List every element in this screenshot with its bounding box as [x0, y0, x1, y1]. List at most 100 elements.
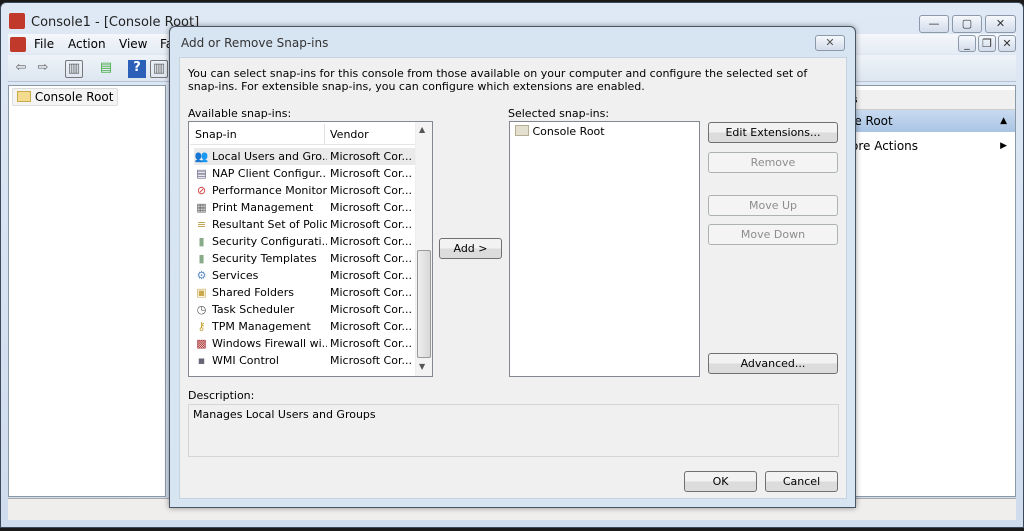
snapin-name: Local Users and Gro... [212, 150, 327, 163]
snapin-vendor: Microsoft Cor... [330, 150, 412, 163]
selected-item-console-root[interactable]: Console Root [515, 125, 605, 138]
snapin-row[interactable]: ⚙ Services Microsoft Cor... [194, 267, 416, 284]
available-label: Available snap-ins: [188, 107, 292, 120]
snapin-name: Services [212, 269, 259, 282]
console-tree: Console Root [8, 85, 166, 497]
edit-extensions-button[interactable]: Edit Extensions... [708, 122, 838, 143]
snapin-vendor: Microsoft Cor... [330, 303, 412, 316]
actions-header: s [831, 90, 1015, 110]
child-restore-button[interactable]: ❐ [978, 35, 996, 52]
remove-button[interactable]: Remove [708, 152, 838, 173]
description-label: Description: [188, 389, 255, 402]
snapin-row[interactable]: ▦ Print Management Microsoft Cor... [194, 199, 416, 216]
help-icon[interactable]: ? [128, 60, 146, 78]
move-up-button[interactable]: Move Up [708, 195, 838, 216]
collapse-icon: ▲ [1000, 116, 1007, 126]
shared-folder-icon: ▣ [196, 286, 207, 299]
gear-icon: ⚙ [196, 269, 207, 282]
snapin-row[interactable]: ⊘ Performance Monitor Microsoft Cor... [194, 182, 416, 199]
snapin-row[interactable]: ≡ Resultant Set of Policy Microsoft Cor... [194, 216, 416, 233]
snapin-name: WMI Control [212, 354, 279, 367]
snapin-name: Resultant Set of Policy [212, 218, 327, 231]
cancel-button[interactable]: Cancel [765, 471, 838, 492]
column-vendor[interactable]: Vendor [330, 128, 369, 141]
column-snapin[interactable]: Snap-in [195, 128, 237, 141]
snapin-vendor: Microsoft Cor... [330, 269, 412, 282]
users-icon: 👥 [194, 150, 209, 163]
snapin-row[interactable]: ◷ Task Scheduler Microsoft Cor... [194, 301, 416, 318]
scroll-icon: ≡ [196, 218, 207, 231]
firewall-icon: ▩ [196, 337, 207, 350]
clock-icon: ◷ [196, 303, 207, 316]
snapin-row[interactable]: ▮ Security Configurati... Microsoft Cor... [194, 233, 416, 250]
close-button[interactable]: ✕ [985, 15, 1016, 33]
scroll-up-icon[interactable]: ▲ [419, 125, 425, 134]
actions-section-console-root[interactable]: le Root ▲ [831, 110, 1015, 132]
snapin-vendor: Microsoft Cor... [330, 167, 412, 180]
child-minimize-button[interactable]: _ [958, 35, 976, 52]
snapin-vendor: Microsoft Cor... [330, 354, 412, 367]
security-lock-icon: ▮ [198, 252, 205, 265]
back-icon[interactable]: ⇦ [12, 60, 30, 78]
ok-button[interactable]: OK [684, 471, 757, 492]
snapin-vendor: Microsoft Cor... [330, 320, 412, 333]
snapin-row[interactable]: ▪ WMI Control Microsoft Cor... [194, 352, 416, 369]
minimize-button[interactable]: — [919, 15, 949, 33]
actions-more-actions[interactable]: ore Actions ▶ [831, 136, 1015, 156]
maximize-button[interactable]: ▢ [952, 15, 982, 33]
dialog-title: Add or Remove Snap-ins [181, 36, 329, 50]
snapin-name: Security Configurati... [212, 235, 327, 248]
snapin-row[interactable]: ▮ Security Templates Microsoft Cor... [194, 250, 416, 267]
snapin-row[interactable]: ▩ Windows Firewall wi... Microsoft Cor... [194, 335, 416, 352]
tree-item-console-root[interactable]: Console Root [12, 88, 119, 106]
snapin-vendor: Microsoft Cor... [330, 252, 412, 265]
snapin-row[interactable]: ▤ NAP Client Configur... Microsoft Cor... [194, 165, 416, 182]
scroll-down-icon[interactable]: ▼ [419, 362, 425, 371]
advanced-button[interactable]: Advanced... [708, 353, 838, 374]
child-close-button[interactable]: ✕ [998, 35, 1016, 52]
snapin-vendor: Microsoft Cor... [330, 218, 412, 231]
snapin-name: Print Management [212, 201, 314, 214]
snapin-vendor: Microsoft Cor... [330, 286, 412, 299]
folder-icon [515, 125, 529, 136]
printer-icon: ▦ [196, 201, 207, 214]
selected-label: Selected snap-ins: [508, 107, 610, 120]
dialog-body: You can select snap-ins for this console… [179, 57, 847, 499]
dialog-close-button[interactable]: ✕ [815, 35, 845, 51]
folder-icon [17, 91, 31, 102]
menu-action[interactable]: Action [68, 37, 106, 51]
wmi-icon: ▪ [197, 354, 206, 367]
export-list-icon[interactable]: ▤ [97, 60, 115, 78]
show-hide-action-pane-icon[interactable]: ▥ [150, 60, 168, 78]
snapin-name: Security Templates [212, 252, 317, 265]
list-scrollbar[interactable]: ▲ ▼ [415, 122, 432, 376]
menu-file[interactable]: File [34, 37, 54, 51]
snapin-vendor: Microsoft Cor... [330, 337, 412, 350]
child-window-icon[interactable] [10, 37, 26, 52]
perfmon-icon: ⊘ [196, 184, 207, 197]
snapin-vendor: Microsoft Cor... [330, 184, 412, 197]
snapin-row[interactable]: ⚷ TPM Management Microsoft Cor... [194, 318, 416, 335]
list-header: Snap-in Vendor [190, 124, 415, 145]
forward-icon[interactable]: ⇨ [34, 60, 52, 78]
snapin-name: Task Scheduler [212, 303, 295, 316]
snapin-vendor: Microsoft Cor... [330, 235, 412, 248]
scrollbar-thumb[interactable] [417, 250, 431, 358]
snapin-name: TPM Management [212, 320, 311, 333]
available-snapins-list[interactable]: Snap-in Vendor 👥 Local Users and Gro... Mi… [188, 121, 433, 377]
intro-text: You can select snap-ins for this console… [188, 67, 808, 93]
add-button[interactable]: Add > [439, 238, 502, 259]
submenu-arrow-icon: ▶ [1000, 141, 1007, 151]
actions-pane: s le Root▲ ore Actions▶ [830, 85, 1016, 497]
show-hide-tree-icon[interactable]: ▥ [65, 60, 83, 78]
snapin-name: NAP Client Configur... [212, 167, 327, 180]
snapin-vendor: Microsoft Cor... [330, 201, 412, 214]
menu-view[interactable]: View [119, 37, 147, 51]
snapin-name: Performance Monitor [212, 184, 327, 197]
selected-snapins-list[interactable]: Console Root [509, 121, 700, 377]
security-lock-icon: ▮ [198, 235, 205, 248]
move-down-button[interactable]: Move Down [708, 224, 838, 245]
snapin-row[interactable]: ▣ Shared Folders Microsoft Cor... [194, 284, 416, 301]
description-box: Manages Local Users and Groups [188, 404, 839, 457]
snapin-row[interactable]: 👥 Local Users and Gro... Microsoft Cor... [194, 148, 416, 165]
